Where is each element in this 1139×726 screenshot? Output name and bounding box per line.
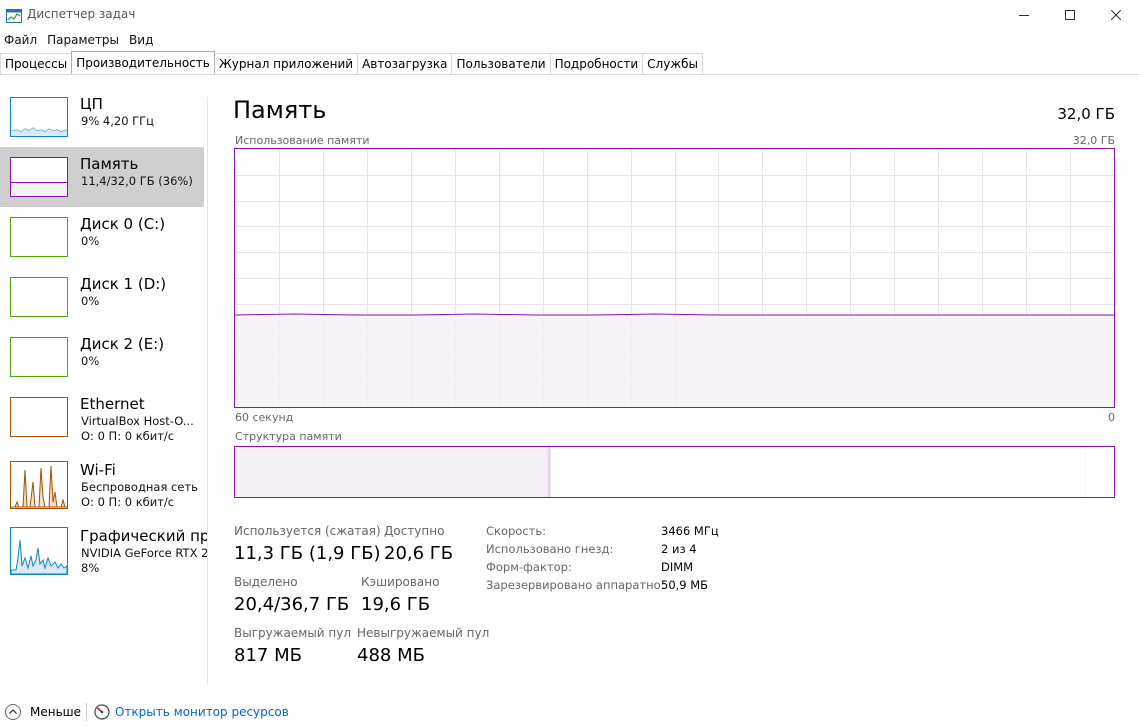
slots-value: 2 из 4 xyxy=(661,542,697,556)
menu-file[interactable]: Файл xyxy=(0,31,43,49)
in-use-label: Используется (сжатая) xyxy=(234,524,381,538)
sidebar-item-cpu[interactable]: ЦП 9% 4,20 ГГц xyxy=(0,87,204,147)
time-axis-end: 0 xyxy=(1108,411,1115,424)
committed-value: 20,4/36,7 ГБ xyxy=(234,594,350,615)
sidebar-item-subtitle: 9% 4,20 ГГц xyxy=(81,114,155,128)
menu-bar: Файл Параметры Вид xyxy=(0,31,159,49)
sidebar-item-disk-2[interactable]: Диск 2 (E:) 0% xyxy=(0,327,204,387)
sidebar-divider xyxy=(207,97,208,685)
sidebar-item-subtitle: VirtualBox Host-O... xyxy=(81,414,194,428)
title-bar: Диспетчер задач xyxy=(0,0,1139,30)
footer: Меньше Открыть монитор ресурсов xyxy=(0,700,1139,724)
usage-graph-max: 32,0 ГБ xyxy=(1072,134,1115,147)
sidebar-item-title: Диск 2 (E:) xyxy=(80,335,165,353)
wifi-thumbnail-graph xyxy=(10,461,68,509)
nonpaged-pool-label: Невыгружаемый пул xyxy=(357,626,490,640)
hardware-reserved-value: 50,9 МБ xyxy=(661,578,709,592)
sidebar-item-disk-0[interactable]: Диск 0 (C:) 0% xyxy=(0,207,204,267)
menu-view[interactable]: Вид xyxy=(125,31,159,49)
ethernet-thumbnail-graph xyxy=(10,397,68,437)
task-manager-icon xyxy=(6,8,22,23)
tab-performance[interactable]: Производительность xyxy=(71,51,215,73)
memory-structure-bar xyxy=(234,446,1115,498)
disk-thumbnail-graph xyxy=(10,217,68,257)
sidebar-item-ethernet[interactable]: Ethernet VirtualBox Host-O... О: 0 П: 0 … xyxy=(0,387,204,447)
tab-users[interactable]: Пользователи xyxy=(451,53,551,74)
sidebar-item-title: Графический процессор 0 xyxy=(80,527,207,545)
footer-divider xyxy=(86,703,87,721)
sidebar-item-title: Память xyxy=(80,155,139,173)
cached-value: 19,6 ГБ xyxy=(361,594,431,615)
fewer-details-label: Меньше xyxy=(30,705,82,719)
memory-usage-graph xyxy=(234,148,1115,408)
sidebar-item-subtitle: 0% xyxy=(81,354,100,368)
sidebar-item-title: ЦП xyxy=(80,95,103,113)
structure-in-use xyxy=(235,447,548,497)
tab-app-history[interactable]: Журнал приложений xyxy=(213,53,359,74)
speed-value: 3466 МГц xyxy=(661,524,719,538)
sidebar-item-subtitle: Беспроводная сеть xyxy=(81,480,198,494)
committed-label: Выделено xyxy=(234,575,298,589)
window-title: Диспетчер задач xyxy=(27,7,136,21)
structure-modified xyxy=(547,447,551,497)
paged-pool-value: 817 МБ xyxy=(234,645,302,666)
sidebar-item-title: Диск 1 (D:) xyxy=(80,275,167,293)
sidebar-item-title: Диск 0 (C:) xyxy=(80,215,166,233)
sidebar-item-subtitle: 11,4/32,0 ГБ (36%) xyxy=(81,174,193,188)
structure-label: Структура памяти xyxy=(235,430,342,443)
form-factor-label: Форм-фактор: xyxy=(486,560,572,574)
tab-details[interactable]: Подробности xyxy=(549,53,644,74)
chevron-up-icon xyxy=(5,704,21,720)
time-axis-label: 60 секунд xyxy=(235,411,294,424)
memory-thumbnail-graph xyxy=(10,157,68,197)
tab-processes[interactable]: Процессы xyxy=(0,53,73,74)
resource-monitor-icon xyxy=(94,704,110,720)
usage-graph-label: Использование памяти xyxy=(235,134,370,147)
gpu-thumbnail-graph xyxy=(10,527,68,575)
resource-monitor-label: Открыть монитор ресурсов xyxy=(115,705,289,719)
hardware-reserved-label: Зарезервировано аппаратно: xyxy=(486,578,665,592)
paged-pool-label: Выгружаемый пул xyxy=(234,626,352,640)
in-use-value: 11,3 ГБ (1,9 ГБ) xyxy=(234,543,381,564)
sidebar-item-gpu[interactable]: Графический процессор 0 NVIDIA GeForce R… xyxy=(0,519,207,579)
page-title: Память xyxy=(233,96,327,124)
tab-divider xyxy=(0,74,1139,75)
sidebar-item-title: Wi-Fi xyxy=(80,461,116,479)
tab-services[interactable]: Службы xyxy=(642,53,704,74)
disk-thumbnail-graph xyxy=(10,277,68,317)
sidebar-item-subtitle: 0% xyxy=(81,294,100,308)
sidebar-item-subtitle-2: О: 0 П: 0 кбит/с xyxy=(81,495,175,509)
memory-total: 32,0 ГБ xyxy=(1057,105,1115,123)
maximize-button[interactable] xyxy=(1047,0,1093,30)
usage-area xyxy=(235,315,1114,407)
sidebar-item-title: Ethernet xyxy=(80,395,145,413)
performance-sidebar: ЦП 9% 4,20 ГГц Память 11,4/32,0 ГБ (36%)… xyxy=(0,87,207,683)
nonpaged-pool-value: 488 МБ xyxy=(357,645,425,666)
cached-label: Кэшировано xyxy=(361,575,440,589)
close-button[interactable] xyxy=(1093,0,1139,30)
menu-options[interactable]: Параметры xyxy=(43,31,125,49)
sidebar-item-subtitle: NVIDIA GeForce RTX 2060 xyxy=(81,546,207,560)
tab-strip: Процессы Производительность Журнал прило… xyxy=(0,51,704,74)
slots-label: Использовано гнезд: xyxy=(486,542,614,556)
sidebar-item-memory[interactable]: Память 11,4/32,0 ГБ (36%) xyxy=(0,147,204,207)
sidebar-item-subtitle-2: О: 0 П: 0 кбит/с xyxy=(81,429,175,443)
speed-label: Скорость: xyxy=(486,524,547,538)
sidebar-item-subtitle-2: 8% xyxy=(81,561,100,575)
cpu-thumbnail-graph xyxy=(10,97,68,137)
sidebar-item-subtitle: 0% xyxy=(81,234,100,248)
form-factor-value: DIMM xyxy=(661,560,694,574)
structure-free xyxy=(1085,447,1114,497)
close-icon xyxy=(1111,10,1121,20)
available-value: 20,6 ГБ xyxy=(384,543,454,564)
disk-thumbnail-graph xyxy=(10,337,68,377)
sidebar-item-wifi[interactable]: Wi-Fi Беспроводная сеть О: 0 П: 0 кбит/с xyxy=(0,453,204,513)
structure-standby xyxy=(550,447,1086,497)
tab-startup[interactable]: Автозагрузка xyxy=(357,53,453,74)
available-label: Доступно xyxy=(384,524,445,538)
sidebar-item-disk-1[interactable]: Диск 1 (D:) 0% xyxy=(0,267,204,327)
minimize-button[interactable] xyxy=(1001,0,1047,30)
